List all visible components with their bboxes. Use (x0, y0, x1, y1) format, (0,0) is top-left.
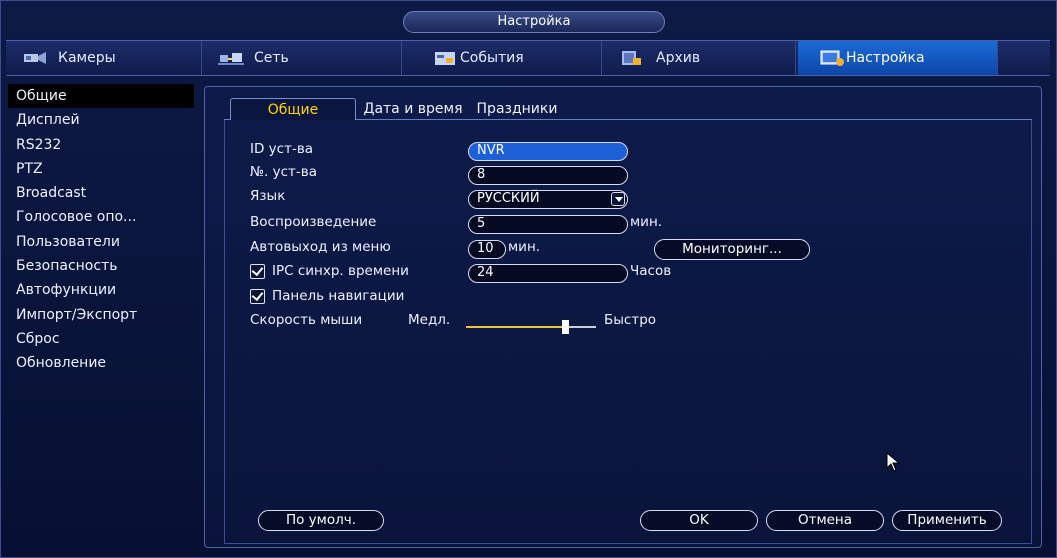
sidebar-item-reset[interactable]: Сброс (8, 327, 194, 351)
mouse-speed-max: Быстро (604, 312, 657, 328)
sidebar-item-update[interactable]: Обновление (8, 351, 194, 375)
menu-item-archive[interactable]: Архив (602, 41, 796, 75)
device-id-field[interactable]: NVR (468, 142, 628, 161)
top-menu-bar: Камеры Сеть События Архив Настройка (6, 40, 1050, 76)
device-no-field[interactable]: 8 (468, 166, 628, 185)
ipc-sync-checkbox[interactable] (250, 264, 265, 279)
sidebar-item-rs232[interactable]: RS232 (8, 133, 194, 157)
sidebar-item-display[interactable]: Дисплей (8, 108, 194, 132)
tab-general[interactable]: Общие (230, 98, 356, 120)
sidebar-item-users[interactable]: Пользователи (8, 230, 194, 254)
menu-item-label: События (460, 50, 524, 66)
tab-holidays[interactable]: Праздники (472, 98, 562, 120)
ipc-sync-label: IPC синхр. времени (272, 263, 409, 279)
autologout-label: Автовыход из меню (250, 239, 391, 255)
language-value: РУССКИЙ (477, 191, 540, 206)
nav-panel-checkbox[interactable] (250, 289, 265, 304)
sidebar-item-ptz[interactable]: PTZ (8, 157, 194, 181)
menu-item-cameras[interactable]: Камеры (6, 41, 202, 75)
language-select[interactable]: РУССКИЙ (468, 190, 628, 209)
playback-unit: мин. (630, 214, 663, 230)
mouse-speed-label: Скорость мыши (250, 312, 363, 328)
window-title: Настройка (403, 11, 665, 33)
device-no-label: №. уст-ва (250, 164, 317, 180)
ok-button[interactable]: OK (640, 510, 758, 531)
tab-content (224, 120, 1032, 544)
mouse-pointer-icon (886, 451, 902, 472)
sidebar-item-import-export[interactable]: Импорт/Экспорт (8, 303, 194, 327)
camera-icon (22, 49, 48, 67)
device-id-label: ID уст-ва (250, 141, 314, 157)
menu-item-label: Настройка (846, 50, 925, 66)
network-icon (218, 49, 244, 67)
tab-date-time[interactable]: Дата и время (358, 98, 468, 120)
sidebar-item-autofunctions[interactable]: Автофункции (8, 278, 194, 302)
autologout-unit: мин. (508, 239, 541, 255)
sidebar-item-general[interactable]: Общие (8, 84, 194, 109)
mouse-speed-min: Медл. (408, 312, 451, 328)
menu-item-network[interactable]: Сеть (202, 41, 402, 75)
menu-item-events[interactable]: События (402, 41, 602, 75)
nav-panel-label: Панель навигации (272, 288, 405, 304)
sidebar-item-voice[interactable]: Голосовое опо... (8, 205, 194, 229)
apply-button[interactable]: Применить (892, 510, 1002, 531)
menu-item-label: Архив (656, 50, 701, 66)
settings-icon (820, 49, 846, 67)
playback-field[interactable]: 5 (468, 215, 628, 234)
archive-icon (620, 49, 646, 67)
events-icon (434, 49, 456, 67)
mouse-speed-slider-thumb[interactable] (562, 320, 569, 334)
cancel-button[interactable]: Отмена (766, 510, 884, 531)
mouse-speed-track-rest (566, 326, 596, 328)
sidebar-item-security[interactable]: Безопасность (8, 254, 194, 278)
sidebar: Общие Дисплей RS232 PTZ Broadcast Голосо… (8, 84, 194, 552)
monitoring-button[interactable]: Мониторинг... (654, 239, 810, 260)
menu-item-label: Камеры (58, 50, 116, 66)
autologout-field[interactable]: 10 (468, 240, 506, 259)
default-button[interactable]: По умолч. (258, 510, 384, 531)
chevron-down-icon (611, 192, 625, 206)
sidebar-item-broadcast[interactable]: Broadcast (8, 181, 194, 205)
menu-item-settings[interactable]: Настройка (798, 41, 998, 75)
ipc-sync-unit: Часов (630, 263, 672, 279)
language-label: Язык (250, 188, 286, 204)
playback-label: Воспроизведение (250, 214, 377, 230)
ipc-sync-field[interactable]: 24 (468, 264, 628, 283)
menu-item-label: Сеть (254, 50, 289, 66)
